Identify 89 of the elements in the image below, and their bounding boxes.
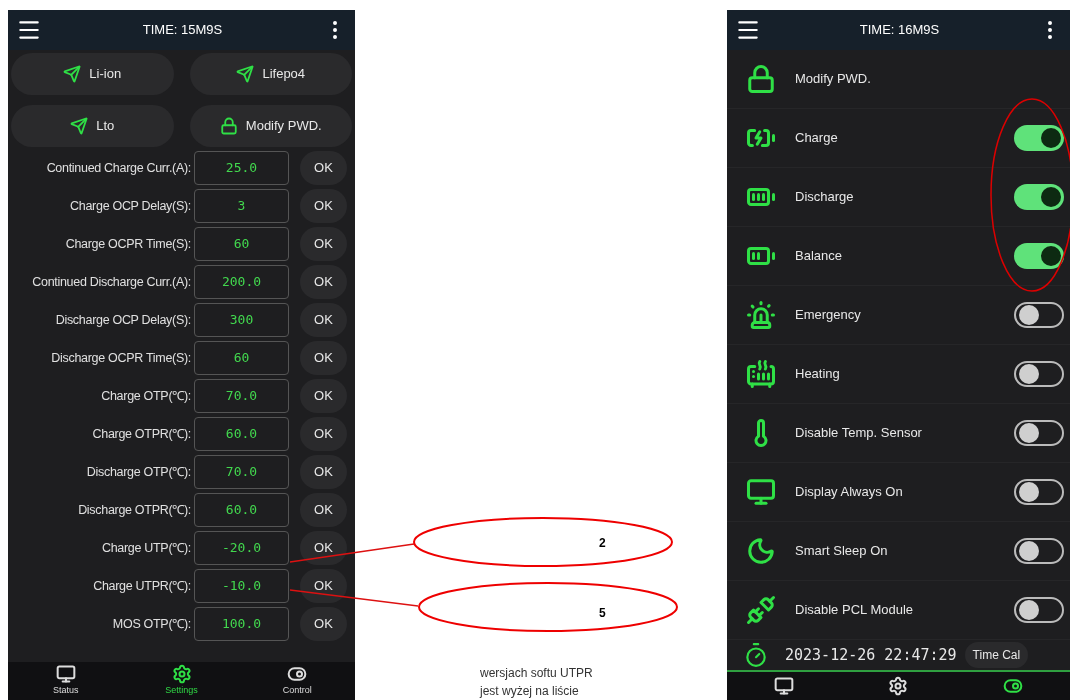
setting-label: Modify PWD.	[795, 70, 872, 89]
toggle-icon	[1002, 676, 1023, 696]
value-field[interactable]: 300	[194, 303, 289, 337]
toggle-switch[interactable]	[1014, 420, 1064, 446]
parameter-label: Discharge OTP(℃):	[85, 463, 191, 481]
value-field[interactable]: -10.0	[194, 569, 289, 603]
parameter-label: Charge OCP Delay(S):	[69, 197, 191, 215]
parameter-label: Charge OTPR(℃):	[91, 425, 191, 443]
lock-icon	[219, 117, 238, 135]
moon-icon	[746, 536, 776, 566]
parameter-label: Discharge OTPR(℃):	[77, 501, 191, 519]
note-text: wersjach softu UTPR	[480, 665, 593, 682]
send-icon	[70, 117, 89, 135]
setting-label: Disable PCL Module	[795, 601, 915, 620]
ok-button[interactable]: OK	[300, 379, 347, 413]
value-field[interactable]: 70.0	[194, 455, 289, 489]
toggle-switch[interactable]	[1014, 538, 1064, 564]
siren-icon	[746, 300, 776, 330]
value-field[interactable]: 70.0	[194, 379, 289, 413]
value-field[interactable]: 200.0	[194, 265, 289, 299]
monitor-icon	[746, 477, 776, 507]
parameter-label: MOS OTP(℃):	[111, 615, 191, 633]
ok-button[interactable]: OK	[300, 531, 347, 565]
date-time: 2023-12-26 22:47:29	[785, 644, 957, 666]
timer-icon	[743, 642, 769, 668]
parameter-label: Discharge OCPR Time(S):	[50, 349, 191, 367]
callout-number: 5	[599, 605, 606, 622]
setting-label: Disable Temp. Sensor	[795, 424, 923, 443]
parameter-label: Charge OTP(℃):	[100, 387, 191, 405]
mode-button[interactable]: Lifepo4	[189, 53, 352, 95]
setting-label: Discharge	[795, 188, 855, 207]
setting-label: Emergency	[795, 306, 862, 325]
monitor-icon	[55, 664, 76, 685]
value-field[interactable]: 60.0	[194, 493, 289, 527]
ok-button[interactable]: OK	[300, 303, 347, 337]
value-field[interactable]: 100.0	[194, 607, 289, 641]
value-field[interactable]: 60.0	[194, 417, 289, 451]
nav-tab[interactable]: Status	[8, 662, 124, 700]
setting-label: Display Always On	[795, 483, 904, 502]
time-cal-button[interactable]: Time Cal	[964, 642, 1029, 668]
ok-button[interactable]: OK	[300, 569, 347, 603]
ok-button[interactable]: OK	[300, 265, 347, 299]
toggle-switch[interactable]	[1014, 184, 1064, 210]
settings-icon	[888, 676, 909, 696]
send-icon	[63, 65, 82, 83]
app-title: TIME: 16M9S	[859, 21, 940, 40]
ok-button[interactable]: OK	[300, 607, 347, 641]
value-field[interactable]: -20.0	[194, 531, 289, 565]
setting-label: Heating	[795, 365, 841, 384]
setting-label: Balance	[795, 247, 843, 266]
app-title: TIME: 15M9S	[142, 21, 223, 40]
mode-button[interactable]: Modify PWD.	[189, 105, 352, 147]
ok-button[interactable]: OK	[300, 189, 347, 223]
toggle-switch[interactable]	[1014, 361, 1064, 387]
parameter-label: Charge OCPR Time(S):	[64, 235, 191, 253]
toggle-switch[interactable]	[1014, 597, 1064, 623]
ok-button[interactable]: OK	[300, 455, 347, 489]
mode-button[interactable]: Lto	[11, 105, 174, 147]
toggle-switch[interactable]	[1014, 302, 1064, 328]
value-field[interactable]: 3	[194, 189, 289, 223]
setting-label: Charge	[795, 129, 839, 148]
value-field[interactable]: 25.0	[194, 151, 289, 185]
callout-number: 2	[599, 535, 606, 552]
toggle-switch[interactable]	[1014, 125, 1064, 151]
ok-button[interactable]: OK	[300, 417, 347, 451]
parameter-label: Continued Charge Curr.(A):	[45, 159, 191, 177]
ok-button[interactable]: OK	[300, 493, 347, 527]
heater-icon	[746, 359, 776, 389]
setting-label: Smart Sleep On	[795, 542, 889, 561]
toggle-switch[interactable]	[1014, 479, 1064, 505]
ok-button[interactable]: OK	[300, 227, 347, 261]
mode-button[interactable]: Li-ion	[11, 53, 174, 95]
value-field[interactable]: 60	[194, 341, 289, 375]
parameter-label: Discharge OCP Delay(S):	[54, 311, 191, 329]
toggle-switch[interactable]	[1014, 243, 1064, 269]
send-icon	[236, 65, 255, 83]
nav-tab[interactable]: Control	[239, 662, 355, 700]
value-field[interactable]: 60	[194, 227, 289, 261]
ok-button[interactable]: OK	[300, 341, 347, 375]
parameter-label: Charge UTP(℃):	[100, 539, 191, 557]
ok-button[interactable]: OK	[300, 151, 347, 185]
nav-tab[interactable]: Settings	[123, 662, 240, 700]
parameter-label: Continued Discharge Curr.(A):	[31, 273, 191, 291]
monitor-icon	[774, 676, 795, 696]
note-text: jest wyżej na liście	[480, 683, 579, 700]
unplug-icon	[746, 595, 776, 625]
lock-icon	[746, 64, 776, 94]
parameter-label: Charge UTPR(℃):	[92, 577, 191, 595]
settings-icon	[171, 664, 192, 685]
